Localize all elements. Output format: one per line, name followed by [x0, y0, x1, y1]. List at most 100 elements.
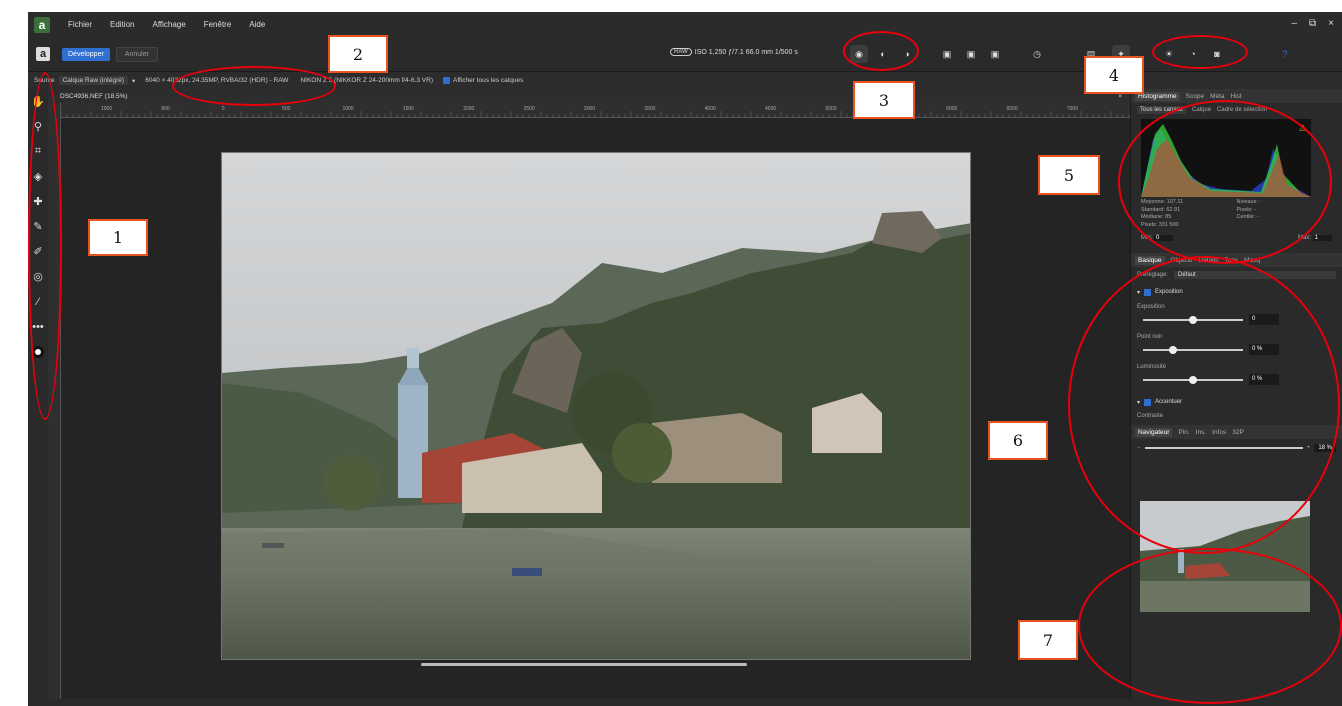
thumbnail-image — [1140, 501, 1310, 612]
white-balance-icon[interactable]: ☀ — [1160, 45, 1178, 63]
exposure-slider[interactable]: 0 — [1137, 313, 1336, 327]
annotation-label-5: 5 — [1038, 155, 1100, 195]
option-layer[interactable]: Calque — [1192, 107, 1211, 113]
min-input[interactable]: 0 — [1154, 235, 1174, 241]
image-dimensions: 6040 × 4032px, 24.35MP, RVBA/32 (HDR) - … — [145, 77, 289, 84]
zoom-tool-icon[interactable]: ⚲ — [28, 114, 48, 139]
menu-view[interactable]: Affichage — [152, 20, 185, 29]
clipping-midtones-icon[interactable]: ◐ — [874, 45, 892, 63]
app-logo: a — [34, 16, 50, 33]
min-label: Min: — [1141, 235, 1153, 241]
horizontal-scrollbar[interactable] — [421, 663, 747, 666]
hand-tool-icon[interactable]: ✋ — [28, 89, 48, 114]
more-tools-icon[interactable]: ••• — [28, 314, 48, 339]
clipping-shadows-icon[interactable]: ◉ — [850, 45, 868, 63]
slider-knob[interactable] — [1189, 316, 1197, 324]
color-swatch-icon[interactable] — [28, 339, 48, 364]
tab-basic[interactable]: Basique — [1135, 255, 1165, 265]
split-view-icon[interactable]: ▣ — [938, 45, 956, 63]
zoom-slider[interactable] — [1144, 447, 1303, 449]
canvas-area[interactable] — [61, 118, 1134, 699]
sharpen-enable-checkbox[interactable] — [1144, 398, 1152, 406]
histogram-graph: ⚠ — [1141, 119, 1311, 197]
slider-label: Luminosité — [1137, 364, 1167, 370]
document-tab[interactable]: DSC4936.NEF (18.5%) × — [48, 89, 1130, 103]
tab-32p[interactable]: 32P — [1232, 429, 1244, 436]
white-balance-picker-icon[interactable]: ⁄ — [28, 289, 48, 314]
tab-hist[interactable]: Hist — [1231, 93, 1242, 100]
cancel-button[interactable]: Annuler — [115, 46, 158, 62]
navigator-thumbnail[interactable] — [1140, 501, 1310, 612]
preset-select[interactable]: Défaut — [1174, 271, 1336, 279]
chevron-down-icon[interactable]: ▾ — [1137, 289, 1140, 296]
menu-edit[interactable]: Edition — [110, 20, 134, 29]
ruler-tick-label: 4500 — [765, 106, 776, 112]
exposure-group-title: Exposition — [1155, 289, 1183, 295]
option-selection[interactable]: Cadre de sélection — [1217, 107, 1267, 113]
overlay-paint-tool-icon[interactable]: ✎ — [28, 214, 48, 239]
red-eye-tool-icon[interactable]: ◈ — [28, 164, 48, 189]
window-controls: – ⧉ × — [1291, 18, 1334, 29]
show-layers-checkbox[interactable]: Afficher tous les calques — [443, 76, 523, 84]
tab-lens[interactable]: Objectif — [1171, 257, 1193, 264]
black-point-slider[interactable]: 0 % — [1137, 343, 1336, 357]
zoom-value[interactable]: 18 % — [1314, 444, 1336, 452]
gradient-tool-icon[interactable]: ◎ — [28, 264, 48, 289]
color-picker-icon[interactable]: ◔ — [1184, 45, 1202, 63]
channel-select[interactable]: Tous les canaux — [1137, 106, 1187, 114]
zoom-out-icon[interactable]: − — [1137, 445, 1141, 451]
mask-icon[interactable]: ◙ — [1208, 45, 1226, 63]
tab-info[interactable]: Infos — [1212, 429, 1226, 436]
zoom-row: − + 18 % — [1131, 439, 1342, 457]
tools-panel: ✋ ⚲ ⌗ ◈ ✚ ✎ ✐ ◎ ⁄ ••• — [28, 89, 48, 699]
slider-label: Exposition — [1137, 304, 1165, 310]
timer-icon[interactable]: ◷ — [1028, 45, 1046, 63]
restore-icon[interactable]: ⧉ — [1309, 18, 1316, 29]
ruler-tick-label: 500 — [282, 106, 291, 112]
stat-pixels-a: Pixels: - — [1236, 206, 1257, 213]
exposure-value[interactable]: 0 — [1249, 314, 1279, 325]
slider-knob[interactable] — [1189, 376, 1197, 384]
develop-tabs: Basique Objectif Détails Tons Masq — [1131, 253, 1342, 267]
ruler-tick-label: 800 — [161, 106, 170, 112]
tab-scope[interactable]: Scope — [1186, 93, 1204, 100]
tab-pin[interactable]: Pin. — [1178, 429, 1189, 436]
layer-select[interactable]: Calque Raw (intégré) — [58, 76, 129, 85]
tab-ins[interactable]: Ins. — [1196, 429, 1206, 436]
tab-tones[interactable]: Tons — [1224, 257, 1238, 264]
exposure-group-header[interactable]: ▾ Exposition — [1131, 283, 1342, 301]
overlay-erase-tool-icon[interactable]: ✐ — [28, 239, 48, 264]
ruler-tick-label: 5000 — [825, 106, 836, 112]
single-view-icon[interactable]: ▣ — [986, 45, 1004, 63]
camera-info: NIKON Z 5 (NIKKOR Z 24-200mm f/4-6.3 VR) — [300, 77, 433, 84]
tab-meta[interactable]: Méta — [1210, 93, 1224, 100]
ruler-tick-label: 2000 — [463, 106, 474, 112]
max-input[interactable]: 1 — [1312, 235, 1332, 241]
preset-row: Préréglage: Défaut — [1131, 267, 1342, 283]
develop-button[interactable]: Développer — [62, 47, 110, 61]
exposure-enable-checkbox[interactable] — [1144, 288, 1152, 296]
histogram-tabs: Histogramme Scope Méta Hist — [1131, 89, 1342, 103]
black-point-value[interactable]: 0 % — [1249, 344, 1279, 355]
tab-navigator[interactable]: Navigateur — [1135, 427, 1173, 437]
tab-details[interactable]: Détails — [1199, 257, 1219, 264]
chevron-down-icon[interactable]: ▾ — [1137, 399, 1140, 406]
crop-tool-icon[interactable]: ⌗ — [28, 139, 48, 164]
brightness-value[interactable]: 0 % — [1249, 374, 1279, 385]
tab-masks[interactable]: Masq — [1244, 257, 1260, 264]
slider-knob[interactable] — [1169, 346, 1177, 354]
menu-file[interactable]: Fichier — [68, 20, 92, 29]
mirror-view-icon[interactable]: ▣ — [962, 45, 980, 63]
close-icon[interactable]: × — [1328, 18, 1334, 29]
menu-window[interactable]: Fenêtre — [204, 20, 232, 29]
clipping-highlights-icon[interactable]: ◑ — [898, 45, 916, 63]
brightness-slider[interactable]: 0 % — [1137, 373, 1336, 387]
help-icon[interactable]: ? — [1276, 45, 1294, 63]
sharpen-group-header[interactable]: ▾ Accentuer — [1131, 393, 1342, 411]
minimize-icon[interactable]: – — [1291, 18, 1297, 29]
menu-help[interactable]: Aide — [249, 20, 265, 29]
chevron-down-icon[interactable]: ▾ — [132, 77, 135, 85]
warning-icon[interactable]: ⚠ — [1299, 123, 1307, 134]
zoom-in-icon[interactable]: + — [1307, 445, 1311, 451]
blemish-tool-icon[interactable]: ✚ — [28, 189, 48, 214]
